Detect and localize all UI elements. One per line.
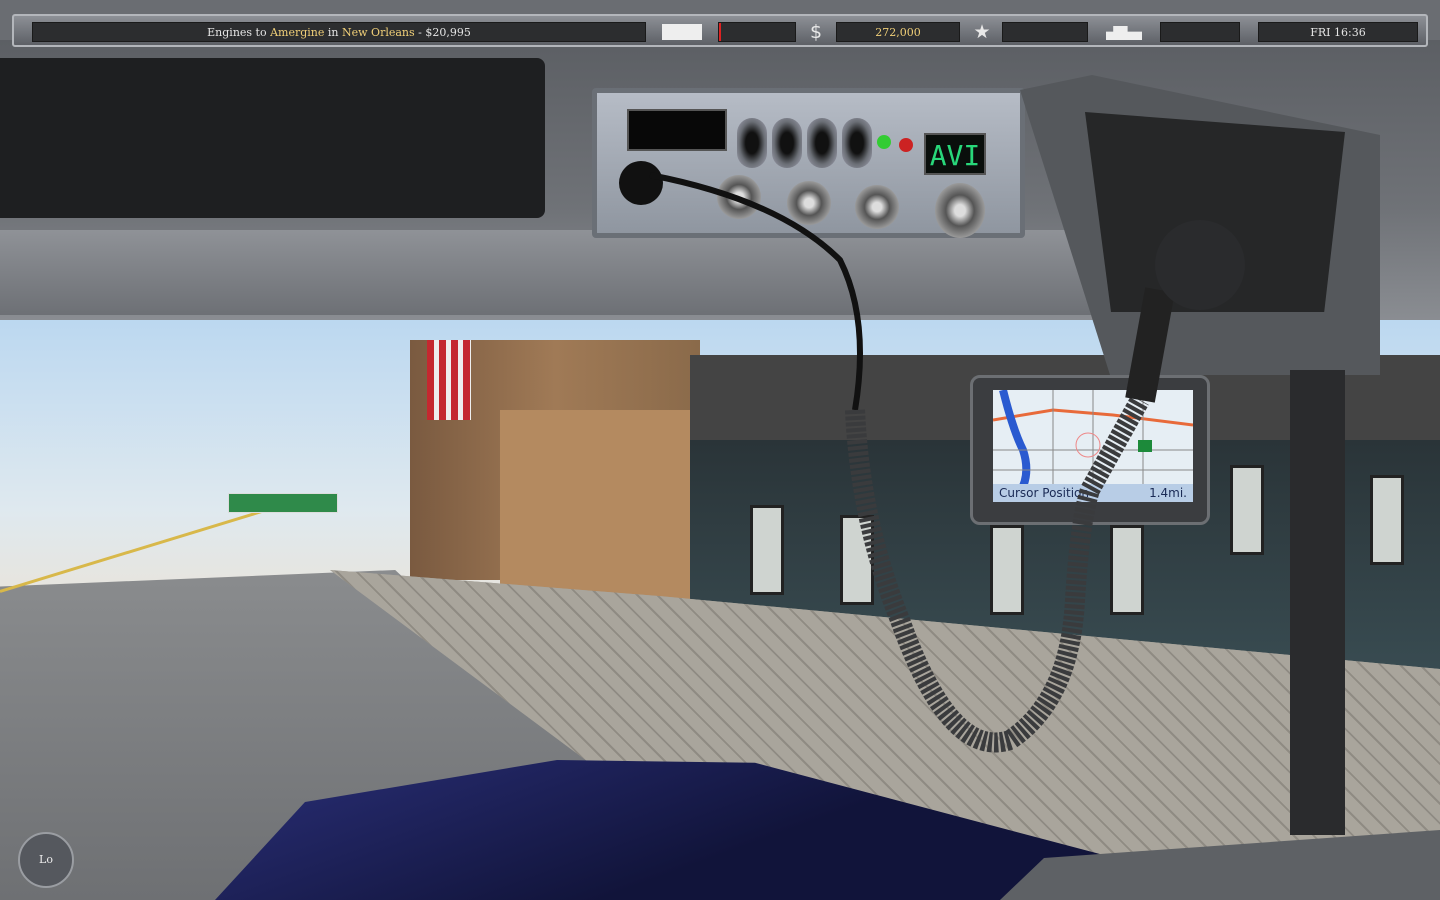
job-cargo: Engines to (207, 26, 271, 39)
gps-distance: 1.4mi. (1149, 486, 1187, 500)
squelch-knob[interactable] (787, 181, 831, 225)
cb-switch[interactable] (737, 118, 767, 168)
gps-unit[interactable]: Cursor Position 1.4mi. (970, 375, 1210, 525)
channel-knob[interactable] (935, 183, 985, 238)
highway-sign (228, 493, 338, 513)
mic-mount-recess (1085, 112, 1345, 312)
sun-visor (0, 58, 545, 218)
gps-status-label: Cursor Position (999, 486, 1089, 500)
money-icon: $ (809, 21, 823, 43)
job-pay: - $20,995 (414, 26, 471, 39)
cb-switch[interactable] (772, 118, 802, 168)
job-company: Amergine (270, 26, 325, 39)
gps-map[interactable]: Cursor Position 1.4mi. (993, 390, 1193, 502)
money-value: 272,000 (836, 22, 960, 42)
red-led (899, 138, 913, 152)
tone-knob[interactable] (855, 185, 899, 229)
clock: FRI 16:36 (1258, 22, 1418, 42)
job-in: in (324, 26, 342, 39)
star-icon: ★ (973, 21, 991, 43)
truck-damage-bar (1160, 22, 1240, 42)
trailer-icon (652, 19, 712, 45)
cb-display: AVI (924, 133, 986, 175)
lo-gear-button[interactable]: Lo (18, 832, 74, 888)
trailer-damage-bar (718, 22, 796, 42)
truck-icon (1096, 19, 1152, 45)
cb-meter (627, 109, 727, 151)
rating-bar (1002, 22, 1088, 42)
green-led (877, 135, 891, 149)
gps-status-bar: Cursor Position 1.4mi. (993, 484, 1193, 502)
a-pillar (1290, 370, 1345, 835)
job-city: New Orleans (342, 26, 415, 39)
hud-bar: Engines to Amergine in New Orleans - $20… (12, 14, 1428, 47)
job-info: Engines to Amergine in New Orleans - $20… (32, 22, 646, 42)
cb-switch[interactable] (842, 118, 872, 168)
volume-knob[interactable] (717, 175, 761, 219)
mic-jack (619, 161, 663, 205)
flag-banner (427, 340, 471, 420)
cb-switch[interactable] (807, 118, 837, 168)
cb-radio[interactable]: AVI (592, 88, 1025, 238)
building (500, 410, 700, 610)
